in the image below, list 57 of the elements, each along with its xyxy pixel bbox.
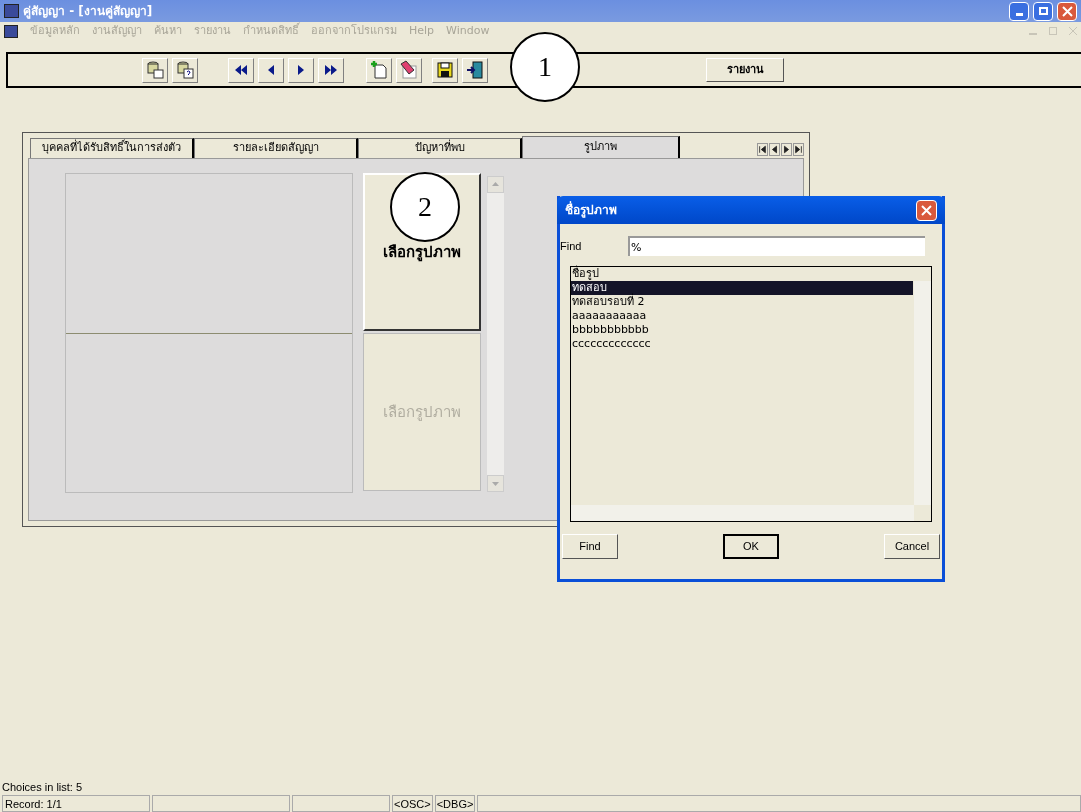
close-button[interactable] xyxy=(1057,1,1077,21)
record-indicator: Record: 1/1 xyxy=(2,795,150,812)
close-button[interactable] xyxy=(916,199,937,221)
tab-scroll-icon[interactable] xyxy=(757,143,768,156)
find-field[interactable]: % xyxy=(628,236,925,256)
toolbar-button[interactable] xyxy=(432,57,458,83)
report-button[interactable]: รายงาน xyxy=(706,58,784,82)
list-item[interactable]: ทดสอบ xyxy=(571,281,913,295)
app-icon xyxy=(4,4,19,18)
list-item[interactable]: bbbbbbbbbbb xyxy=(571,323,913,337)
dialog-button[interactable]: OK xyxy=(723,534,779,559)
status-message: Choices in list: 5 xyxy=(1,779,84,795)
number-callout-overlay: 1 xyxy=(510,32,580,102)
toolbar-button[interactable] xyxy=(318,57,344,83)
toolbar-button[interactable] xyxy=(462,57,488,83)
toolbar-button[interactable] xyxy=(258,57,284,83)
dialog-button[interactable]: Cancel xyxy=(884,534,940,559)
list-item[interactable]: ccccccccccccc xyxy=(571,337,913,351)
restore-icon xyxy=(1038,7,1048,15)
find-label: Find xyxy=(560,238,583,254)
toolbar-button[interactable] xyxy=(142,57,168,83)
osc-indicator: <OSC> xyxy=(392,795,433,812)
dbg-indicator: <DBG> xyxy=(434,795,476,812)
minimize-icon xyxy=(1015,12,1023,16)
window-title: คู่สัญญา - [งานคู่สัญญา] xyxy=(23,3,153,20)
eraser-icon xyxy=(399,60,419,80)
restore-button[interactable] xyxy=(1033,1,1053,21)
dialog-button[interactable]: Find xyxy=(562,534,618,559)
tab[interactable]: รายละเอียดสัญญา xyxy=(194,138,358,158)
tab[interactable]: รูปภาพ xyxy=(522,136,680,158)
app-icon xyxy=(4,24,18,38)
close-icon xyxy=(1061,5,1073,17)
list-item[interactable]: aaaaaaaaaaa xyxy=(571,309,913,323)
database-help-icon xyxy=(175,60,195,80)
list-item[interactable]: ทดสอบรอบที่ 2 xyxy=(571,295,913,309)
database-icon xyxy=(145,60,165,80)
new-document-icon xyxy=(369,60,389,80)
minimize-button[interactable] xyxy=(1009,1,1029,21)
toolbar-button[interactable] xyxy=(228,57,254,83)
dialog-title: ชื่อรูปภาพ xyxy=(565,201,617,219)
scrollbar[interactable] xyxy=(571,505,914,521)
toolbar-button[interactable] xyxy=(396,57,422,83)
restore-icon xyxy=(1049,27,1057,35)
list-header: ชื่อรูป xyxy=(571,267,600,281)
scrollbar[interactable] xyxy=(914,281,931,505)
tab-scroll-icon[interactable] xyxy=(781,143,792,156)
toolbar-button[interactable] xyxy=(288,57,314,83)
exit-door-icon xyxy=(465,60,485,80)
list-box[interactable]: ชื่อรูป ทดสอบ ทดสอบรอบที่ 2 aaaaaaaaaaa bbbbbbbbbbb ccccccccccccc xyxy=(570,266,932,522)
minimize-icon xyxy=(1029,33,1037,35)
tab-scroll-icon[interactable] xyxy=(793,143,804,156)
close-icon xyxy=(1069,27,1077,35)
toolbar-button[interactable] xyxy=(172,57,198,83)
close-icon xyxy=(921,204,932,216)
tab[interactable]: ปัญหาที่พบ xyxy=(358,138,522,158)
tab[interactable]: บุคคลที่ได้รับสิทธิ์ในการส่งตัว xyxy=(30,138,194,158)
tab-scroll-icon[interactable] xyxy=(769,143,780,156)
